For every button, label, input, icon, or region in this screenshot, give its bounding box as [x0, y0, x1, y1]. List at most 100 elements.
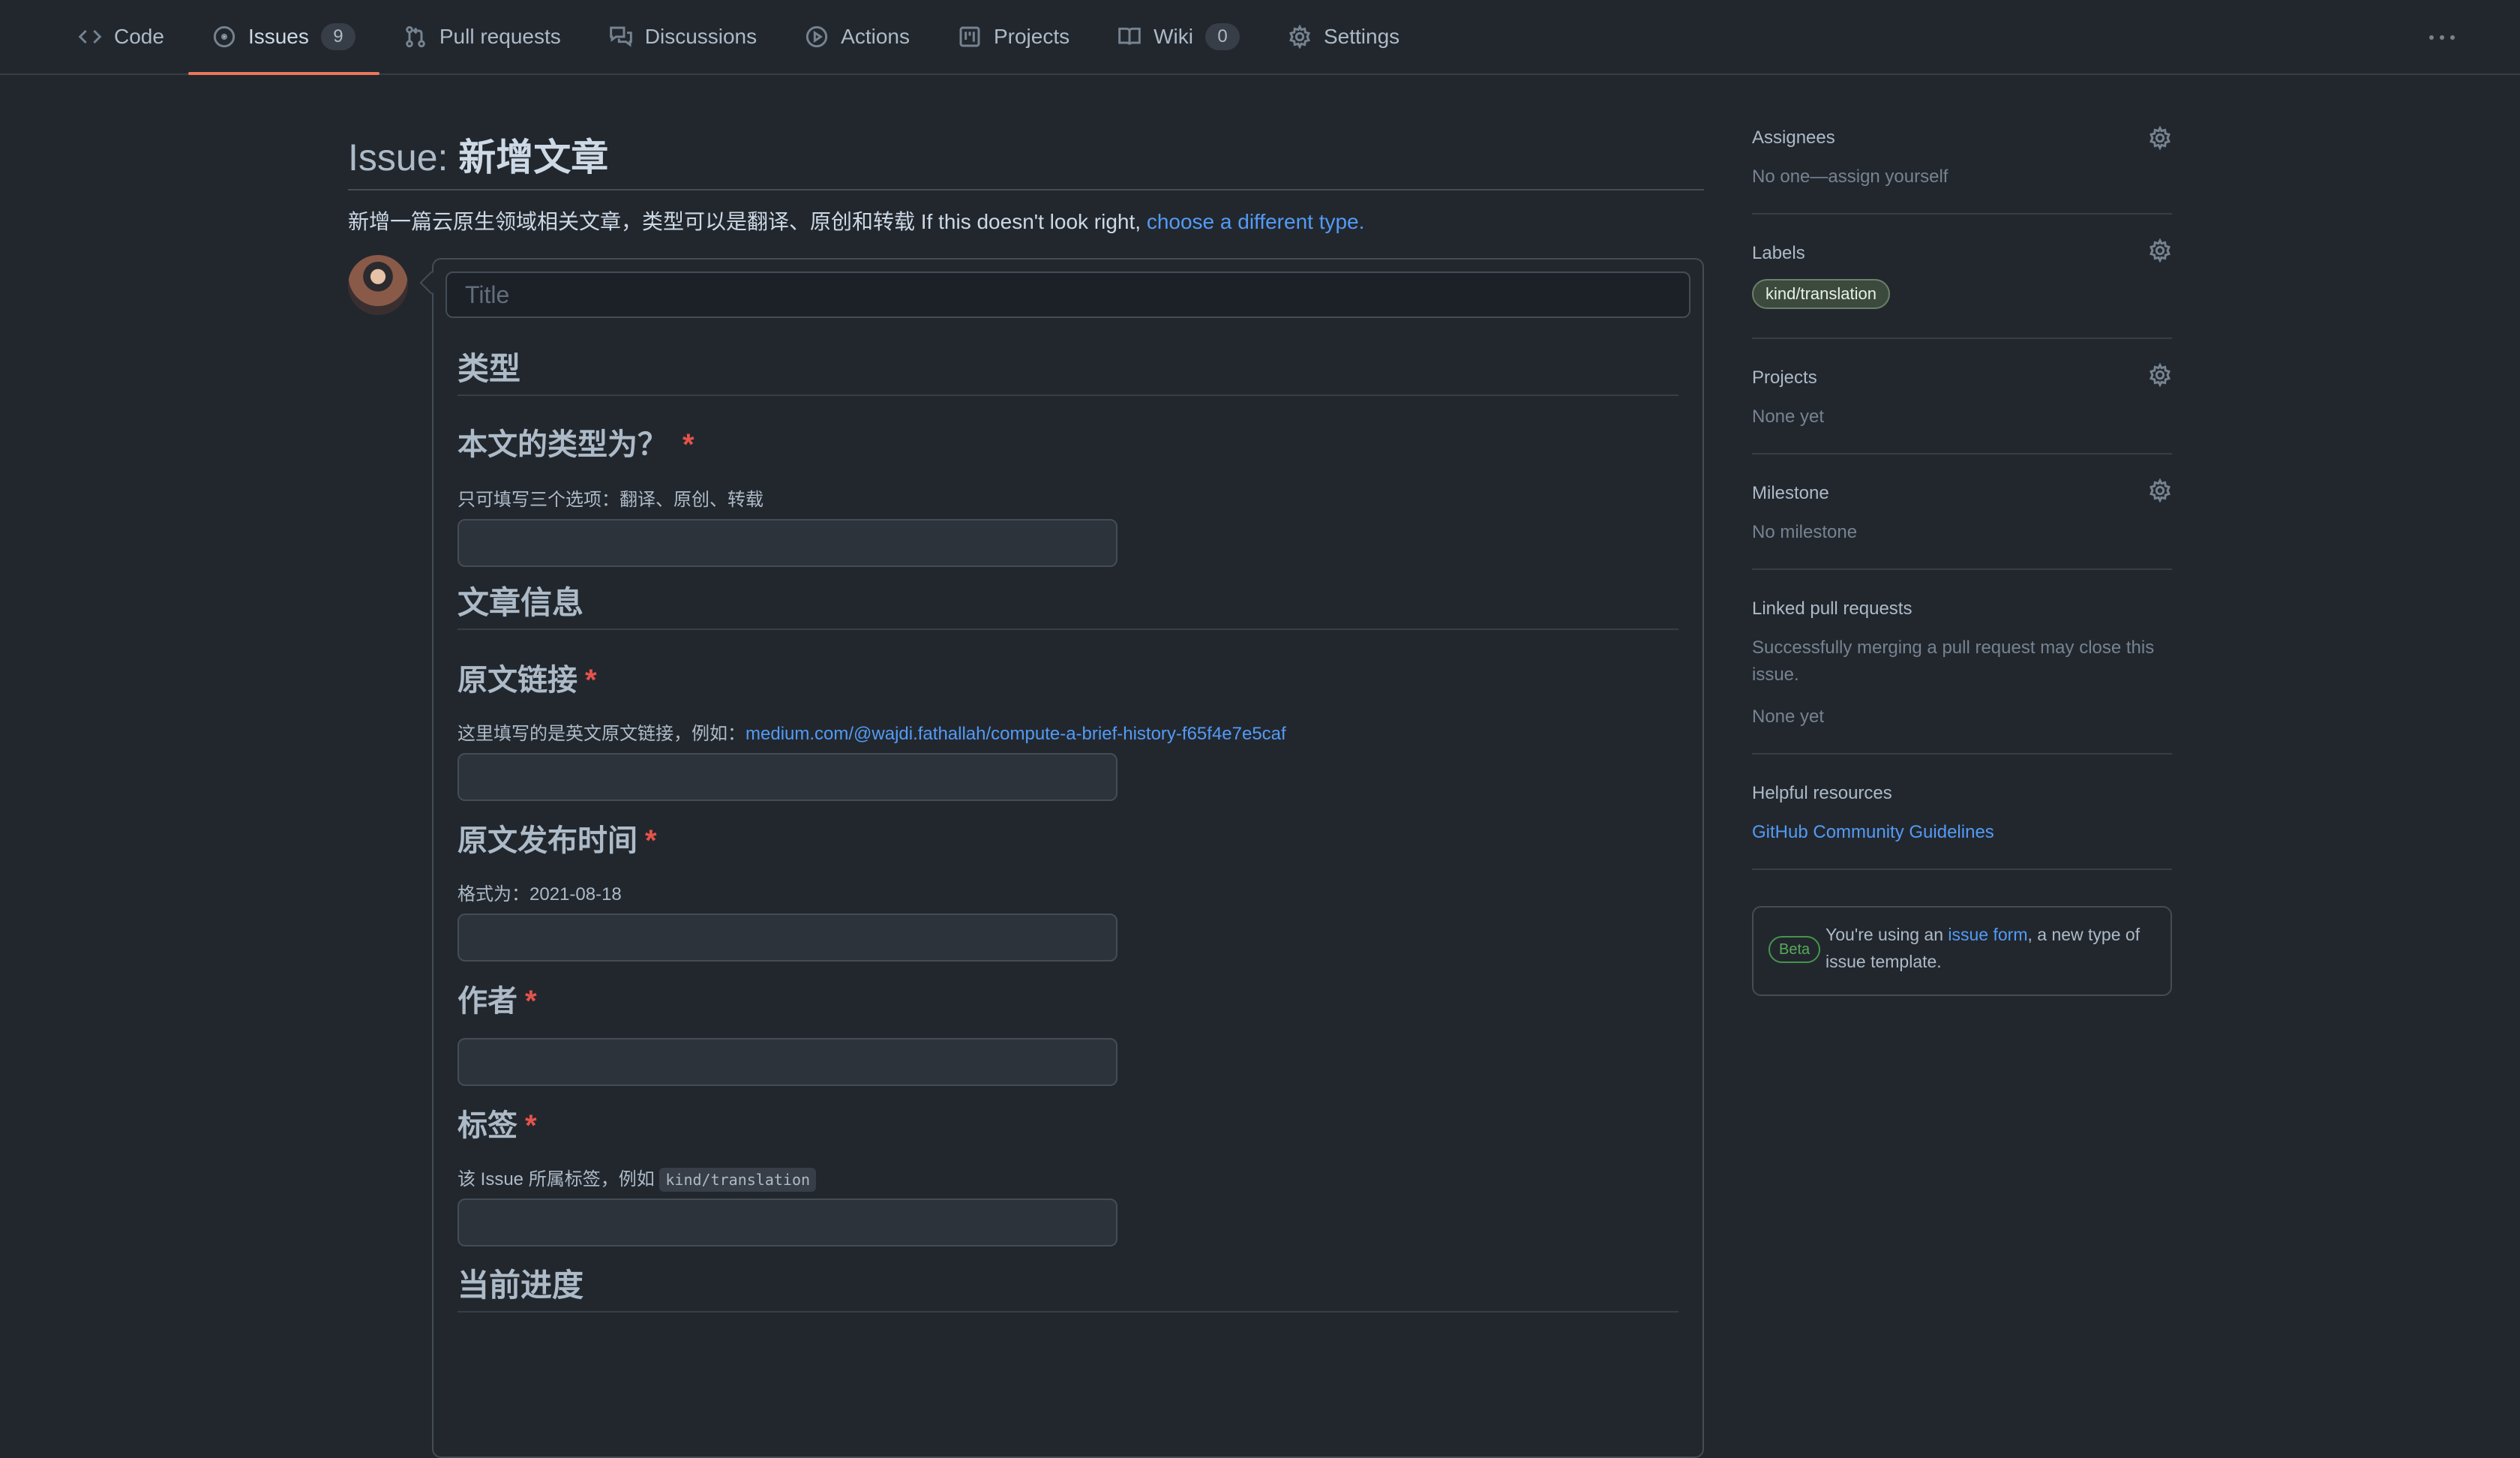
assignees-heading[interactable]: Assignees: [1752, 128, 1835, 148]
tab-label: Code: [114, 25, 164, 48]
divider: [458, 628, 1678, 630]
desc-text: 这里填写的是英文原文链接，例如：: [458, 724, 746, 744]
issue-opened-icon: [213, 26, 236, 48]
book-icon: [1118, 27, 1141, 45]
label-text: 原文链接: [458, 664, 578, 697]
required-mark: *: [645, 824, 657, 857]
choose-different-type-link[interactable]: choose a different type.: [1147, 210, 1365, 233]
git-pull-request-icon: [406, 26, 425, 48]
label-pill[interactable]: kind/translation: [1752, 279, 1890, 309]
tab-label: Projects: [993, 25, 1070, 48]
tab-wiki[interactable]: Wiki 0: [1094, 0, 1264, 74]
template-description: 新增一篇云原生领域相关文章，类型可以是翻译、原创和转载 If this does…: [348, 206, 1364, 236]
issues-count: 9: [320, 23, 356, 50]
beta-text-part: You're using an: [1826, 925, 1948, 944]
issue-form-beta-notice: Beta You're using an issue form, a new t…: [1752, 906, 2172, 996]
page-title: Issue: 新增文章: [348, 128, 608, 182]
tags-input[interactable]: [458, 1198, 1118, 1246]
title-prefix: Issue:: [348, 136, 459, 178]
tab-discussions[interactable]: Discussions: [585, 0, 781, 74]
issue-form-link[interactable]: issue form: [1948, 925, 2027, 944]
field-desc-tags: 该 Issue 所属标签，例如 kind/translation: [458, 1164, 817, 1192]
label-text: 原文发布时间: [458, 824, 638, 857]
required-mark: *: [525, 1109, 537, 1142]
milestone-heading[interactable]: Milestone: [1752, 483, 1829, 504]
required-mark: *: [525, 985, 537, 1018]
example-link[interactable]: medium.com/@wajdi.fathallah/compute-a-br…: [746, 724, 1286, 744]
desc-text: 该 Issue 所属标签，例如: [458, 1169, 660, 1190]
milestone-value: No milestone: [1752, 522, 1858, 542]
tab-label: Wiki: [1154, 25, 1193, 48]
section-heading-info: 文章信息: [458, 585, 584, 620]
tab-issues[interactable]: Issues 9: [188, 0, 380, 75]
assign-yourself-link[interactable]: No one—assign yourself: [1752, 166, 1948, 188]
tab-label: Actions: [841, 25, 910, 48]
date-input[interactable]: [458, 914, 1118, 962]
template-name: 新增文章: [458, 136, 609, 178]
divider: [1752, 338, 2172, 339]
type-input[interactable]: [458, 519, 1118, 567]
required-mark: *: [682, 428, 694, 461]
divider: [458, 394, 1678, 396]
beta-notice-text: You're using an issue form, a new type o…: [1826, 921, 2156, 975]
beta-badge: Beta: [1768, 936, 1821, 963]
gear-icon: [1288, 25, 1311, 49]
inline-code: kind/translation: [659, 1168, 817, 1192]
tab-pull-requests[interactable]: Pull requests: [380, 0, 585, 74]
field-desc-date: 格式为：2021-08-18: [458, 884, 622, 904]
field-label-link: 原文链接 *: [458, 656, 597, 699]
wiki-count: 0: [1205, 23, 1240, 50]
linked-prs-heading: Linked pull requests: [1752, 598, 1912, 619]
tab-settings[interactable]: Settings: [1264, 0, 1424, 74]
labels-gear-icon[interactable]: [2148, 238, 2172, 263]
tab-code[interactable]: Code: [54, 0, 188, 74]
field-label-tags: 标签 *: [458, 1101, 537, 1144]
label-text: 标签: [458, 1109, 518, 1142]
field-label-author: 作者 *: [458, 976, 537, 1020]
tab-actions[interactable]: Actions: [781, 0, 934, 74]
play-icon: [806, 26, 828, 48]
project-icon: [959, 26, 980, 47]
field-desc-link: 这里填写的是英文原文链接，例如：medium.com/@wajdi.fathal…: [458, 718, 1286, 745]
field-label-type: 本文的类型为？ *: [458, 420, 694, 464]
field-desc-type: 只可填写三个选项：翻译、原创、转载: [458, 490, 764, 510]
divider: [458, 1311, 1678, 1312]
required-mark: *: [585, 664, 597, 697]
code-icon: [78, 29, 102, 44]
milestone-gear-icon[interactable]: [2148, 478, 2172, 503]
labels-heading[interactable]: Labels: [1752, 243, 1805, 264]
repo-nav: Code Issues 9 Pull requests Discussions …: [0, 0, 2520, 75]
issue-form-box: 类型 本文的类型为？* 只可填写三个选项：翻译、原创、转载 文章信息 原文链接*…: [432, 258, 1704, 1458]
linked-prs-description-2: issue.: [1752, 664, 1799, 685]
community-guidelines-link[interactable]: GitHub Community Guidelines: [1752, 822, 1994, 843]
tab-label: Issues: [248, 25, 309, 48]
projects-gear-icon[interactable]: [2148, 362, 2172, 388]
projects-heading[interactable]: Projects: [1752, 368, 1817, 388]
tab-label: Settings: [1324, 25, 1400, 48]
title-input[interactable]: [446, 272, 1690, 318]
divider: [1752, 568, 2172, 570]
helpful-resources-heading: Helpful resources: [1752, 783, 1892, 803]
kebab-horizontal-icon[interactable]: [2427, 26, 2457, 50]
comment-discussion-icon: [609, 26, 632, 47]
divider: [1752, 453, 2172, 454]
author-input[interactable]: [458, 1038, 1118, 1086]
tab-projects[interactable]: Projects: [934, 0, 1094, 74]
description-text: 新增一篇云原生领域相关文章，类型可以是翻译、原创和转载 If this does…: [348, 210, 1147, 233]
linked-prs-description-1: Successfully merging a pull request may …: [1752, 638, 2155, 658]
tab-label: Discussions: [644, 25, 758, 48]
divider: [1752, 753, 2172, 754]
divider: [1752, 213, 2172, 214]
section-heading-type: 类型: [458, 351, 521, 386]
label-text: 本文的类型为？: [458, 428, 668, 461]
projects-value: None yet: [1752, 406, 1825, 427]
avatar[interactable]: [348, 255, 408, 315]
divider: [1752, 868, 2172, 870]
link-input[interactable]: [458, 753, 1118, 801]
assignees-gear-icon[interactable]: [2148, 125, 2172, 151]
field-label-date: 原文发布时间 *: [458, 816, 657, 860]
label-text: 作者: [458, 985, 518, 1018]
tab-label: Pull requests: [439, 25, 561, 48]
linked-prs-value: None yet: [1752, 706, 1825, 727]
section-heading-progress: 当前进度: [458, 1268, 584, 1303]
